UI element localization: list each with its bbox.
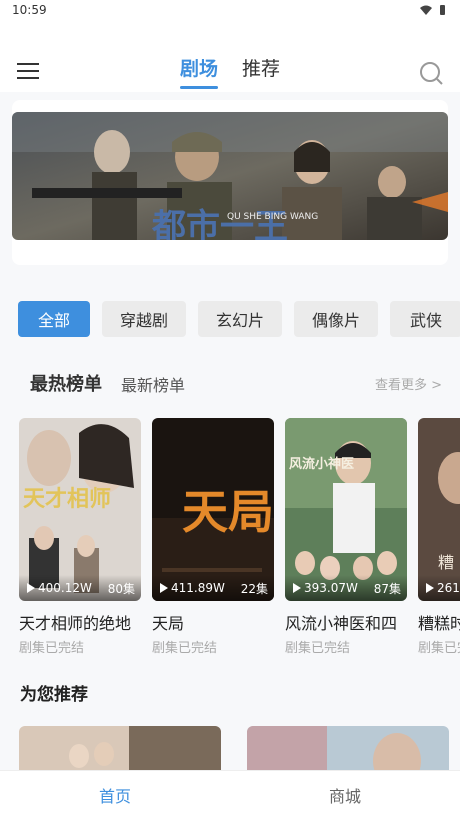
- play-count: 261: [437, 581, 460, 595]
- ranking-header: 最热榜单 最新榜单 查看更多 >: [30, 368, 442, 398]
- drama-title[interactable]: 天才相师的绝地: [19, 610, 141, 634]
- episode-count: 80集: [107, 581, 135, 596]
- tab-recommend[interactable]: 推荐: [242, 54, 280, 87]
- drama-title[interactable]: 糟糕时: [418, 610, 460, 634]
- poster-title-text: 天局: [182, 485, 274, 539]
- poster-meta: 393.07W 87集: [285, 575, 407, 601]
- banner-image[interactable]: 都市一王 QU SHE BING WANG: [12, 112, 448, 240]
- play-count: 400.12W: [38, 581, 92, 595]
- category-chip-idol[interactable]: 偶像片: [294, 301, 379, 337]
- drama-list: 天才相师 400.12W 80集 天才相师的绝地 剧集已完结 天局 411.89…: [19, 418, 460, 658]
- category-row: 全部 穿越剧 玄幻片 偶像片 武侠: [18, 301, 460, 337]
- play-icon: [426, 583, 434, 593]
- play-icon: [160, 583, 168, 593]
- drama-poster[interactable]: 风流小神医 393.07W 87集: [285, 418, 407, 601]
- bottom-nav: 首页 商城: [0, 770, 460, 819]
- top-tabs: 剧场 推荐: [0, 54, 460, 89]
- drama-card[interactable]: 天局 411.89W 22集 天局 剧集已完结: [152, 418, 274, 658]
- drama-status: 剧集已完结: [418, 641, 460, 656]
- drama-status: 剧集已完结: [285, 641, 351, 656]
- banner-card[interactable]: 都市一王 QU SHE BING WANG: [12, 100, 448, 265]
- wifi-icon: [420, 5, 432, 15]
- recommend-card[interactable]: [247, 726, 449, 770]
- drama-card[interactable]: 天才相师 400.12W 80集 天才相师的绝地 剧集已完结: [19, 418, 141, 658]
- poster-title-text: 天才相师: [23, 486, 111, 512]
- top-nav: 剧场 推荐: [0, 48, 460, 92]
- drama-card[interactable]: 糟 261 糟糕时 剧集已完结: [418, 418, 460, 658]
- bottom-nav-mall[interactable]: 商城: [230, 771, 460, 819]
- search-icon[interactable]: [418, 60, 444, 86]
- drama-status: 剧集已完结: [19, 641, 85, 656]
- drama-title[interactable]: 风流小神医和四: [285, 610, 407, 634]
- recommend-title: 为您推荐: [20, 685, 88, 705]
- poster-title-text: 风流小神医: [289, 456, 354, 472]
- drama-title[interactable]: 天局: [152, 610, 274, 634]
- play-icon: [27, 583, 35, 593]
- bottom-nav-home[interactable]: 首页: [0, 771, 230, 819]
- recommend-list: [19, 726, 460, 770]
- episode-count: 22集: [240, 581, 268, 596]
- play-count: 393.07W: [304, 581, 358, 595]
- ranking-tab-hot[interactable]: 最热榜单: [30, 370, 102, 396]
- battery-icon: [440, 5, 445, 15]
- category-chip-wuxia[interactable]: 武侠: [390, 301, 460, 337]
- poster-meta: 400.12W 80集: [19, 575, 141, 601]
- drama-poster[interactable]: 糟 261: [418, 418, 460, 601]
- poster-title-text: 糟: [438, 553, 454, 572]
- ranking-tab-new[interactable]: 最新榜单: [121, 372, 185, 396]
- drama-poster[interactable]: 天局 411.89W 22集: [152, 418, 274, 601]
- poster-meta: 411.89W 22集: [152, 575, 274, 601]
- banner-caption: QU SHE BING WANG: [227, 212, 318, 222]
- category-chip-all[interactable]: 全部: [18, 301, 90, 337]
- drama-card[interactable]: 风流小神医 393.07W 87集 风流小神医和四 剧集已完结: [285, 418, 407, 658]
- drama-status: 剧集已完结: [152, 641, 218, 656]
- status-time: 10:59: [12, 3, 47, 17]
- play-count: 411.89W: [171, 581, 225, 595]
- recommend-card[interactable]: [19, 726, 221, 770]
- status-bar: 10:59: [0, 0, 460, 24]
- poster-meta: 261: [418, 575, 460, 601]
- category-chip-time-travel[interactable]: 穿越剧: [102, 301, 187, 337]
- tab-theater[interactable]: 剧场: [179, 54, 219, 89]
- see-more-link[interactable]: 查看更多 >: [375, 374, 442, 393]
- status-icons: [419, 4, 446, 16]
- drama-poster[interactable]: 天才相师 400.12W 80集: [19, 418, 141, 601]
- category-chip-fantasy[interactable]: 玄幻片: [198, 301, 283, 337]
- play-icon: [293, 583, 301, 593]
- episode-count: 87集: [373, 581, 401, 596]
